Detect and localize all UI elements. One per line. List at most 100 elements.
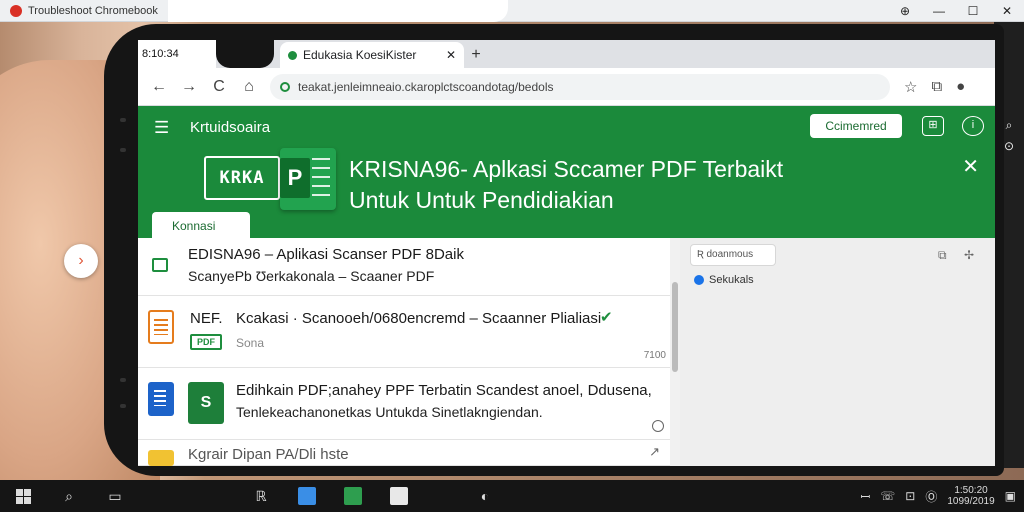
document-icon [148,310,174,344]
windows-logo-icon [15,488,31,504]
hero-title: KRISNA96- Aplkasi Sccamer PDF Terbaikt U… [349,156,784,213]
clock[interactable]: 1:50:20 1099/2019 [947,485,994,507]
side-search-icon[interactable]: ⌕ [1006,118,1013,133]
start-button[interactable] [0,480,46,512]
item-title: Edihkain PDF;anahey PPF Terbatin Scandes… [236,382,652,399]
url-text: teakat.jenleimneaio.ckaroplctscoandotag/… [298,79,554,94]
reload-button[interactable]: C [204,78,234,96]
status-circle-icon[interactable] [652,420,664,432]
list-item[interactable]: NEF. Kcakasi · Scanooeh/0680encremd – Sc… [138,296,670,368]
address-bar[interactable]: teakat.jenleimneaio.ckaroplctscoandotag/… [270,73,890,100]
file-explorer-icon[interactable] [284,480,330,512]
outer-tab-title: Troubleshoot Chromebook [28,4,158,17]
item-title: EDISNA96 – Aplikasi Scanser PDF 8Daik [188,246,464,263]
info-icon[interactable]: i [962,116,984,136]
item-count: 7100 [643,350,666,361]
tray-icon[interactable]: ☏ [880,489,895,503]
chart-icon[interactable]: ℝ [238,480,284,512]
grid-icon[interactable]: ⊞ [922,116,944,136]
back-button[interactable]: ← [144,78,174,96]
browser-tab[interactable]: Edukasia KoesiKister ✕ [280,42,464,68]
phone-button [120,148,126,152]
phone-button [120,404,126,408]
app-name: Krtuidsoaira [190,119,271,136]
pdf-tag: PDF [190,334,222,350]
list-scrollbar[interactable] [670,238,680,466]
site-info-icon[interactable] [280,81,290,92]
profile-icon[interactable]: ● [956,78,965,96]
item-meta: Sona [236,336,265,350]
open-arrow-icon[interactable]: ↗ [649,444,660,460]
extensions-icon[interactable]: ⧉ [931,78,942,96]
taskbar: ⌕ ▭ ℝ ◐ ꟷ ☏ ⊡ Ⓞ 1:50:20 1099/2019 ▣ [0,480,1024,512]
address-row: ← → C ⌂ teakat.jenleimneaio.ckaroplctsco… [138,68,995,106]
document-icon [148,382,174,416]
brand-logo: KRKA [204,156,280,200]
maximize-button[interactable]: ☐ [956,0,990,22]
folder-icon [148,450,174,466]
verified-badge-icon: ✔ [600,309,613,326]
tray-icon[interactable]: Ⓞ [925,488,937,505]
tab-close-icon[interactable]: ✕ [446,48,456,62]
item-subtitle: Tenlekeachanonetkas Untukda Sinetlakngie… [236,404,543,420]
result-list: EDISNA96 – Aplikasi Scanser PDF 8Daik Sc… [138,238,670,466]
bookmark-star-icon[interactable]: ☆ [904,78,917,96]
side-search-button[interactable]: Ʀ doanmous [690,244,776,266]
scrollbar-thumb[interactable] [672,282,678,372]
edge-icon[interactable]: ◐ [462,480,508,512]
pin-icon[interactable]: ✢ [964,248,974,262]
home-button[interactable]: ⌂ [234,78,264,96]
notifications-icon[interactable]: ▣ [1005,489,1016,503]
phone-button [120,118,126,122]
outer-tab-2[interactable] [167,0,508,22]
list-item[interactable]: Kgrair Dipan PA/Dli hste ↗ [138,440,670,466]
menu-icon[interactable]: ☰ [154,118,169,138]
forward-button[interactable]: → [174,78,204,96]
system-tray: ꟷ ☏ ⊡ Ⓞ 1:50:20 1099/2019 ▣ [861,480,1017,512]
header-action-button[interactable]: Ccimemred [810,114,902,138]
outer-tab[interactable]: Troubleshoot Chromebook [0,0,168,22]
tab-favicon-icon [288,50,297,60]
side-circle-icon[interactable]: ⊙ [1004,139,1014,153]
close-window-button[interactable]: ✕ [990,0,1024,22]
app-header: ☰ Krtuidsoaira Ccimemred ⊞ i KRKA P KRIS… [138,106,995,238]
copy-icon[interactable]: ⧉ [938,248,947,263]
clock-date: 1099/2019 [947,496,995,507]
phone-screen: 8:10:34 Edukasia KoesiKister ✕ + ← → C ⌂… [138,40,995,466]
minimize-button[interactable]: — [922,0,956,22]
item-title: Kgrair Dipan PA/Dli hste [188,446,349,463]
list-item[interactable]: S Edihkain PDF;anahey PPF Terbatin Scand… [138,368,670,440]
side-item[interactable]: Sekukals [694,274,754,286]
spreadsheet-app-icon: P [280,148,336,210]
task-view-icon[interactable]: ▭ [92,480,138,512]
toolbar-actions: ☆ ⧉ ● [904,78,965,96]
sheet-icon: S [188,382,224,424]
item-title: Kcakasi · Scanooeh/0680encremd – Scaanne… [236,310,602,327]
bullet-icon [694,275,704,285]
sheet-app-icon[interactable] [330,480,376,512]
floating-next-button[interactable]: › [64,244,98,278]
item-subtitle: ScanyePb Ʊerkakonala – Scaaner PDF [188,268,435,284]
list-item[interactable]: EDISNA96 – Aplikasi Scanser PDF 8Daik Sc… [138,238,670,296]
search-icon[interactable]: ⌕ [46,480,92,512]
browser-tabbar: 8:10:34 Edukasia KoesiKister ✕ + [138,40,995,68]
account-icon[interactable]: ⊕ [888,0,922,22]
tray-icon[interactable]: ꟷ [861,488,871,505]
monitor-icon [152,258,168,272]
clock-time: 1:50:20 [954,485,988,496]
item-prefix: NEF. [190,310,223,327]
side-panel: Ʀ doanmous Sekukals ⧉ ✢ [680,238,995,466]
side-item-label: Sekukals [709,274,754,286]
category-tab[interactable]: Konnasi [152,212,250,238]
window-controls: ⊕ — ☐ ✕ [888,0,1024,22]
tab-title: Edukasia KoesiKister [303,48,417,62]
outer-tab-favicon-icon [10,4,22,17]
scanner-app-icon[interactable] [376,480,422,512]
outer-browser-tabbar: Troubleshoot Chromebook ⊕ — ☐ ✕ [0,0,1024,22]
tray-icon[interactable]: ⊡ [905,489,915,503]
close-banner-icon[interactable]: ✕ [962,154,979,179]
new-tab-button[interactable]: + [464,42,488,68]
camera-notch [216,40,274,68]
status-time: 8:10:34 [138,40,216,68]
phone-button [120,378,126,382]
